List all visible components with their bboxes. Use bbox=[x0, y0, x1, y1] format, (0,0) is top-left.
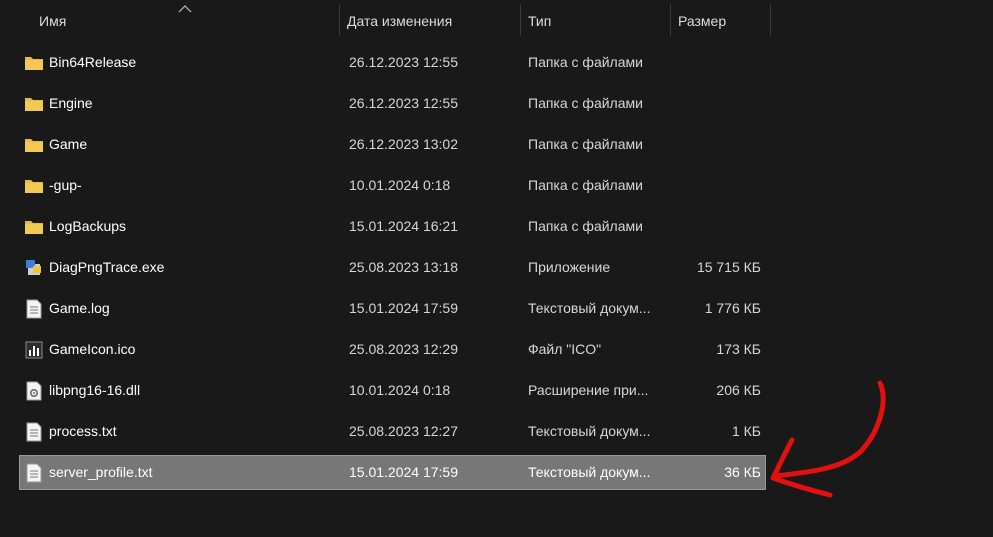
red-arrow-annotation bbox=[770, 380, 886, 498]
